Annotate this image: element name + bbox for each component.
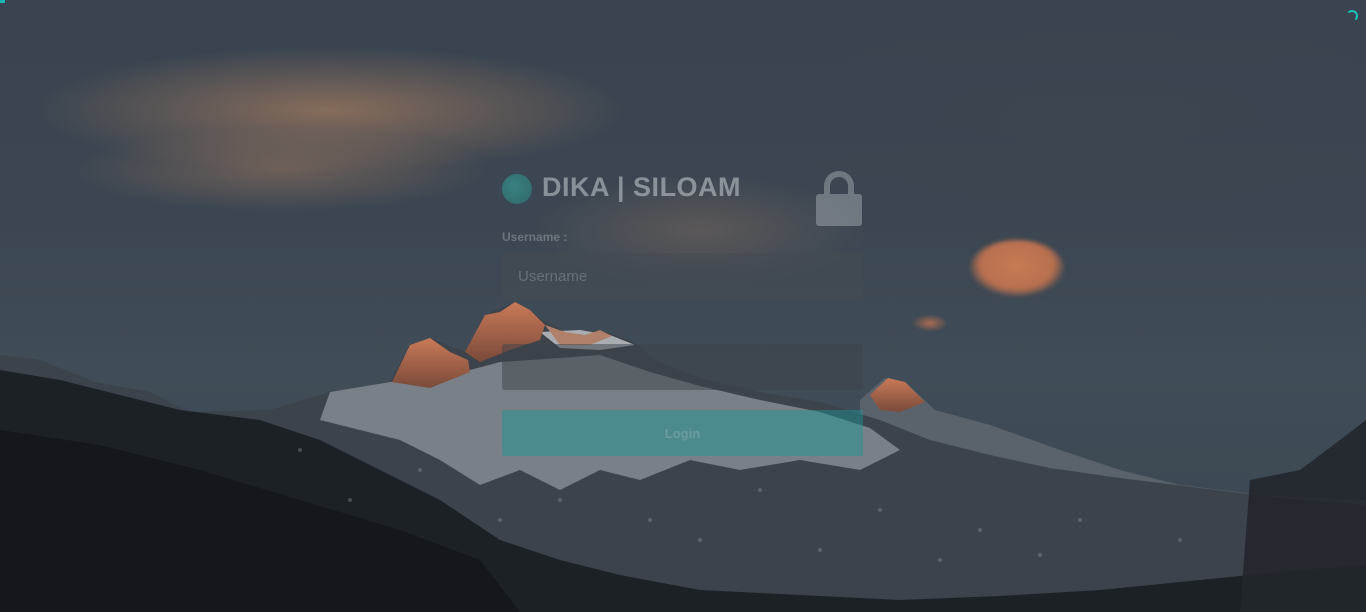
spinner-icon [1346,10,1358,22]
login-page: DIKA | SILOAM Username : Login [0,0,1366,612]
login-button[interactable]: Login [502,410,863,456]
lock-icon [816,171,862,226]
username-input[interactable] [502,253,863,299]
progress-indicator [0,0,5,3]
brand-header: DIKA | SILOAM [502,168,864,228]
brand-title: DIKA | SILOAM [542,172,742,202]
login-form: DIKA | SILOAM Username : Login [502,168,864,456]
logo-icon [502,174,532,204]
password-input[interactable] [502,344,863,390]
background-mountains [0,302,1366,612]
username-label: Username : [502,230,568,244]
